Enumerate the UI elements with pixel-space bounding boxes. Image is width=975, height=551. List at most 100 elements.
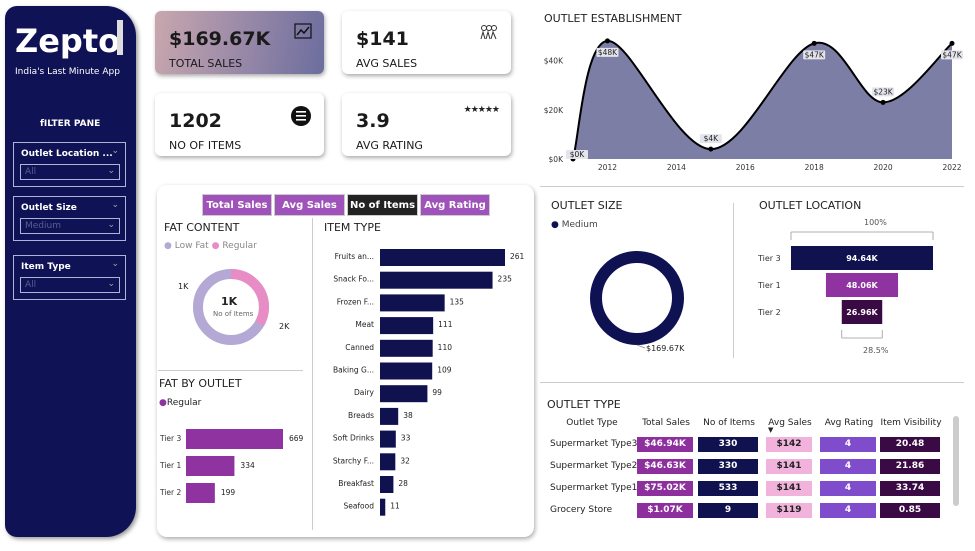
fat-by-outlet-bar[interactable] — [186, 483, 215, 503]
item-type-bar[interactable] — [380, 430, 396, 448]
bar-value-label: 110 — [438, 343, 453, 352]
slicer-dropdown[interactable]: All ⌄ — [20, 277, 120, 293]
bar-category-label: Dairy — [354, 388, 375, 397]
bar-category-label: Meat — [355, 320, 374, 329]
table-cell: $75.02K — [637, 481, 693, 496]
kpi-label: TOTAL SALES — [169, 57, 243, 70]
divider — [312, 218, 313, 530]
table-header[interactable]: No of Items — [698, 418, 760, 428]
data-point[interactable] — [604, 38, 610, 44]
item-type-bar[interactable] — [380, 407, 399, 425]
slicer-dropdown[interactable]: All ⌄ — [20, 164, 120, 180]
bar-category-label: Snack Fo... — [333, 275, 374, 284]
item-type-title: ITEM TYPE — [324, 221, 381, 234]
funnel-top-pct: 100% — [864, 218, 887, 227]
slicer-label: Item Type — [21, 262, 71, 272]
slicer-item-type[interactable]: Item Type ⌄ All ⌄ — [13, 255, 126, 300]
outlet-location-funnel[interactable]: Tier 3 94.64K Tier 1 48.06K Tier 2 26.96K — [750, 228, 960, 348]
fat-by-outlet-bar[interactable] — [186, 429, 283, 449]
table-row-label: Supermarket Type1 — [550, 483, 638, 493]
chevron-down-icon: ⌄ — [107, 166, 115, 176]
donut-center-label: No of Items — [213, 310, 254, 318]
table-cell: $141 — [766, 459, 812, 474]
x-tick-label: 2018 — [805, 163, 824, 172]
kpi-no-of-items[interactable]: 1202 NO OF ITEMS — [155, 93, 324, 156]
table-header[interactable]: Outlet Type — [548, 418, 636, 428]
y-tick-label: $20K — [544, 106, 564, 115]
funnel-category-label: Tier 2 — [757, 308, 781, 317]
item-type-bar[interactable] — [380, 498, 386, 516]
fat-by-outlet-bar[interactable] — [186, 456, 235, 476]
table-cell: 330 — [698, 459, 758, 474]
kpi-avg-sales[interactable]: $141 AVG SALES — [342, 11, 511, 74]
fat-content-legend: ● Low Fat ● Regular — [164, 241, 257, 251]
bar-category-label: Canned — [345, 343, 374, 352]
donut-medium[interactable] — [590, 251, 684, 345]
slicer-outlet-location[interactable]: Outlet Location ... ⌄ All ⌄ — [13, 142, 126, 187]
funnel-value-label: 48.06K — [846, 281, 878, 290]
bar-category-label: Frozen F... — [337, 297, 374, 306]
slicer-value: Medium — [25, 221, 61, 231]
table-header[interactable]: Total Sales — [637, 418, 695, 428]
bar-value-label: 261 — [510, 252, 525, 261]
people-icon — [479, 23, 499, 45]
divider — [733, 203, 734, 358]
item-type-bar[interactable] — [380, 476, 394, 493]
brand-logo: Zepto — [15, 22, 121, 60]
tab-avg-sales[interactable]: Avg Sales — [274, 194, 345, 216]
data-point[interactable] — [949, 40, 955, 46]
item-type-chart[interactable]: Fruits an... 261 Snack Fo... 235 Frozen F...… — [314, 244, 529, 524]
slicer-dropdown[interactable]: Medium ⌄ — [20, 218, 120, 234]
funnel-category-label: Tier 1 — [757, 281, 781, 290]
bar-category-label: Seafood — [343, 502, 374, 511]
item-type-bar[interactable] — [380, 249, 505, 266]
item-type-bar[interactable] — [380, 453, 396, 471]
bar-value-label: 33 — [401, 434, 411, 443]
y-tick-label: $40K — [544, 57, 564, 66]
funnel-value-label: 26.96K — [846, 308, 878, 317]
chevron-down-icon: ⌄ — [107, 279, 115, 289]
data-point[interactable] — [880, 99, 886, 105]
fat-by-outlet-legend: ●Regular — [159, 398, 201, 408]
sort-arrow-icon[interactable]: ▼ — [768, 426, 773, 434]
data-point[interactable] — [708, 146, 714, 152]
chevron-down-icon[interactable]: ⌄ — [111, 259, 119, 269]
kpi-total-sales[interactable]: $169.67K TOTAL SALES — [155, 11, 324, 74]
table-cell: 4 — [820, 459, 876, 474]
tab-avg-rating[interactable]: Avg Rating — [420, 194, 490, 216]
item-type-bar[interactable] — [380, 294, 445, 312]
fat-by-outlet-chart[interactable]: Tier 3 669 Tier 1 334 Tier 2 199 — [158, 420, 308, 515]
chevron-down-icon[interactable]: ⌄ — [111, 200, 119, 210]
x-tick-label: 2014 — [667, 163, 686, 172]
bar-value-label: 135 — [450, 297, 465, 306]
table-header[interactable]: Item Visibility — [880, 418, 942, 428]
divider — [540, 186, 964, 187]
item-type-bar[interactable] — [380, 385, 428, 403]
kpi-avg-rating[interactable]: 3.9 AVG RATING ★★★★★ — [342, 93, 511, 156]
table-scrollbar[interactable] — [953, 416, 959, 506]
outlet-size-title: OUTLET SIZE — [551, 199, 623, 212]
slicer-outlet-size[interactable]: Outlet Size ⌄ Medium ⌄ — [13, 196, 126, 241]
kpi-value: $169.67K — [169, 28, 271, 50]
funnel-category-label: Tier 3 — [757, 254, 781, 263]
item-type-bar[interactable] — [380, 271, 493, 289]
bar-category-label: Breads — [348, 411, 374, 420]
tab-no-of-items[interactable]: No of Items — [347, 194, 418, 216]
item-type-bar[interactable] — [380, 317, 434, 335]
item-type-bar[interactable] — [380, 362, 433, 380]
item-type-bar[interactable] — [380, 339, 433, 357]
tab-total-sales[interactable]: Total Sales — [202, 194, 272, 216]
chevron-down-icon[interactable]: ⌄ — [111, 146, 119, 156]
fat-content-title: FAT CONTENT — [164, 221, 240, 234]
legend-dot: ● — [164, 241, 172, 251]
bar-value-label: 109 — [437, 366, 452, 375]
legend-dot: ● — [551, 220, 559, 230]
table-cell: $119 — [766, 503, 812, 518]
kpi-value: 1202 — [169, 110, 222, 132]
table-header[interactable]: Avg Rating — [820, 418, 878, 428]
table-cell: 0.85 — [880, 503, 940, 518]
table-cell: 330 — [698, 437, 758, 452]
outlet-establishment-chart[interactable]: $0K $20K $40K 2012 2014 2016 2018 2020 2022 $0K $4… — [538, 30, 968, 175]
outlet-size-legend: ● Medium — [551, 220, 598, 230]
data-point[interactable] — [811, 40, 817, 46]
